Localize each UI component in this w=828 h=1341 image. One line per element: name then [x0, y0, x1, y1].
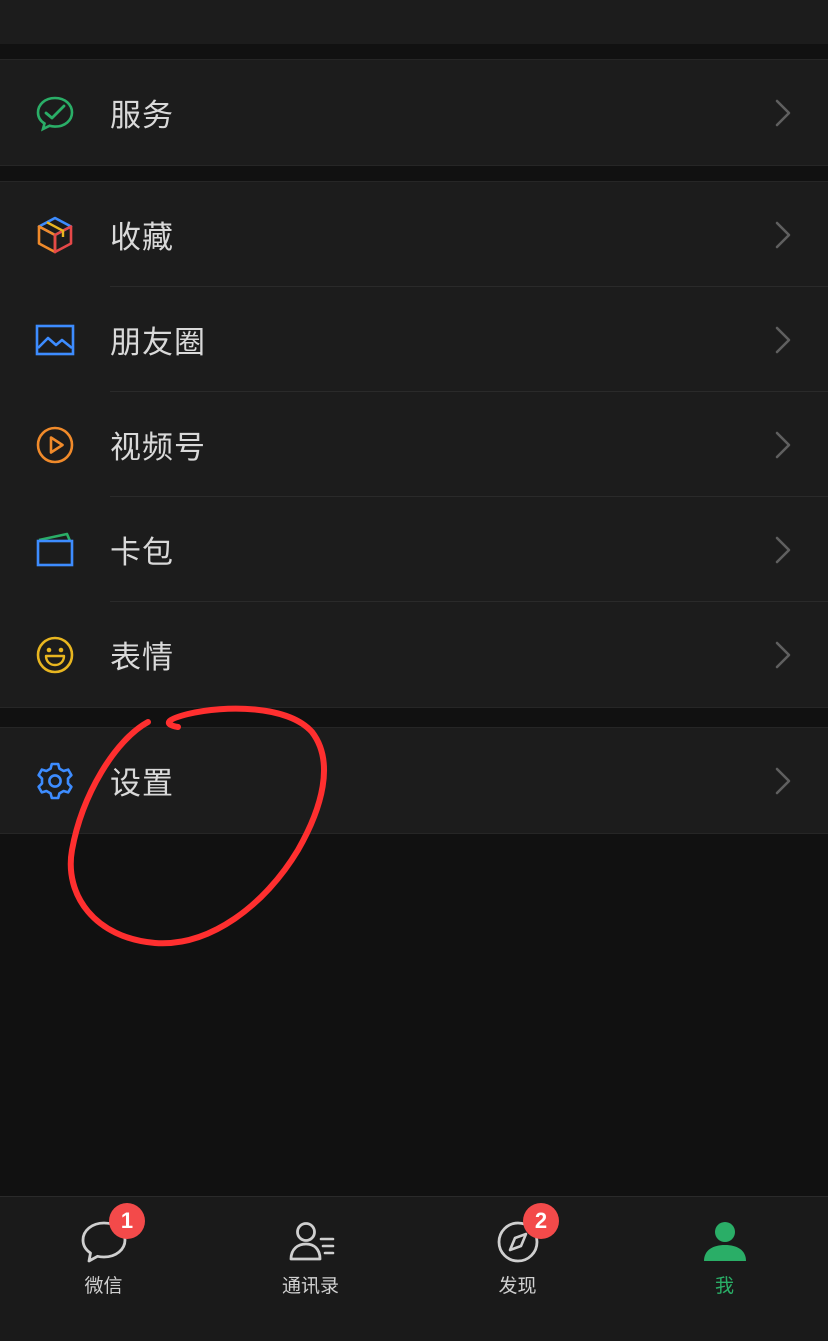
chevron-right-icon — [774, 430, 792, 460]
menu-item-label: 视频号 — [110, 430, 206, 466]
chevron-right-icon — [774, 535, 792, 565]
main-menu-group: 收藏 朋友圈 视频号 卡包 表情 — [0, 181, 828, 708]
chevron-right-icon — [774, 766, 792, 796]
menu-item-label: 服务 — [110, 98, 174, 134]
channels-play-icon — [34, 424, 76, 466]
tab-chats[interactable]: 1 微信 — [0, 1197, 207, 1341]
menu-item-stickers[interactable]: 表情 — [0, 602, 828, 707]
menu-item-channels[interactable]: 视频号 — [0, 392, 828, 497]
menu-item-label: 表情 — [110, 640, 174, 676]
menu-item-label: 朋友圈 — [110, 325, 206, 361]
menu-item-favorites[interactable]: 收藏 — [0, 182, 828, 287]
chevron-right-icon — [774, 325, 792, 355]
tab-contacts[interactable]: 通讯录 — [207, 1197, 414, 1341]
tab-me[interactable]: 我 — [621, 1197, 828, 1341]
menu-item-card-wallet[interactable]: 卡包 — [0, 497, 828, 602]
bottom-tab-bar: 1 微信 通讯录 2 发现 我 — [0, 1196, 828, 1341]
tab-label: 发现 — [498, 1275, 537, 1297]
menu-item-services[interactable]: 服务 — [0, 60, 828, 165]
menu-item-moments[interactable]: 朋友圈 — [0, 287, 828, 392]
menu-item-label: 收藏 — [110, 220, 174, 256]
contacts-icon — [286, 1219, 336, 1265]
chevron-right-icon — [774, 220, 792, 250]
tab-label: 我 — [714, 1275, 734, 1297]
settings-group: 设置 — [0, 727, 828, 834]
tab-label: 通讯录 — [281, 1275, 339, 1297]
unread-badge: 2 — [523, 1203, 559, 1239]
me-person-icon — [700, 1219, 750, 1265]
menu-item-label: 卡包 — [110, 535, 174, 571]
service-check-bubble-icon — [34, 92, 76, 134]
unread-badge: 1 — [109, 1203, 145, 1239]
card-wallet-icon — [34, 529, 76, 571]
menu-item-label: 设置 — [110, 766, 174, 802]
chevron-right-icon — [774, 98, 792, 128]
top-strip — [0, 0, 828, 44]
moments-picture-icon — [34, 319, 76, 361]
sticker-smiley-icon — [34, 634, 76, 676]
tab-discover[interactable]: 2 发现 — [414, 1197, 621, 1341]
tab-label: 微信 — [84, 1275, 123, 1297]
services-group: 服务 — [0, 59, 828, 166]
favorites-cube-icon — [34, 214, 76, 256]
menu-item-settings[interactable]: 设置 — [0, 728, 828, 833]
gear-icon — [34, 760, 76, 802]
chevron-right-icon — [774, 640, 792, 670]
